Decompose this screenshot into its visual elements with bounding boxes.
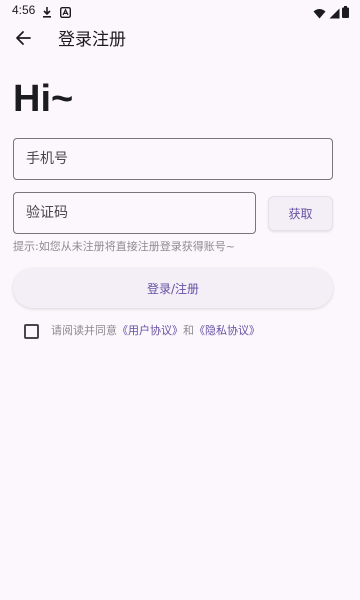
status-time: 4:56 — [12, 3, 36, 17]
get-code-label: 获取 — [288, 207, 313, 221]
registration-hint: 提示:如您从未注册将直接注册登录获得账号~ — [13, 240, 235, 253]
agreement-conjunction: 和 — [183, 324, 194, 337]
agreement-row: 请阅读并同意《用户协议》和《隐私协议》 — [24, 322, 260, 340]
status-bar: 4:56 — [0, 0, 360, 20]
phone-number-input[interactable] — [13, 138, 333, 180]
greeting-heading: Hi~ — [13, 78, 74, 120]
get-code-button[interactable]: 获取 — [268, 196, 333, 231]
login-register-button[interactable]: 登录/注册 — [13, 268, 333, 308]
login-register-label: 登录/注册 — [146, 281, 200, 296]
privacy-policy-link[interactable]: 《隐私协议》 — [194, 324, 260, 337]
page-title: 登录注册 — [58, 30, 126, 50]
login-screen: 4:56 登录注册 Hi~ 手机号 验证码 获取 提示:如您从未注册将直接注册登… — [0, 0, 360, 600]
app-bar: 登录注册 — [0, 20, 360, 60]
user-agreement-link[interactable]: 《用户协议》 — [117, 324, 183, 337]
agreement-text: 请阅读并同意《用户协议》和《隐私协议》 — [51, 324, 260, 338]
agreement-checkbox[interactable] — [24, 323, 39, 339]
verification-code-input[interactable] — [13, 192, 256, 234]
agreement-prefix: 请阅读并同意 — [51, 324, 117, 337]
arrow-left-icon — [15, 30, 31, 50]
back-button[interactable] — [8, 25, 38, 55]
